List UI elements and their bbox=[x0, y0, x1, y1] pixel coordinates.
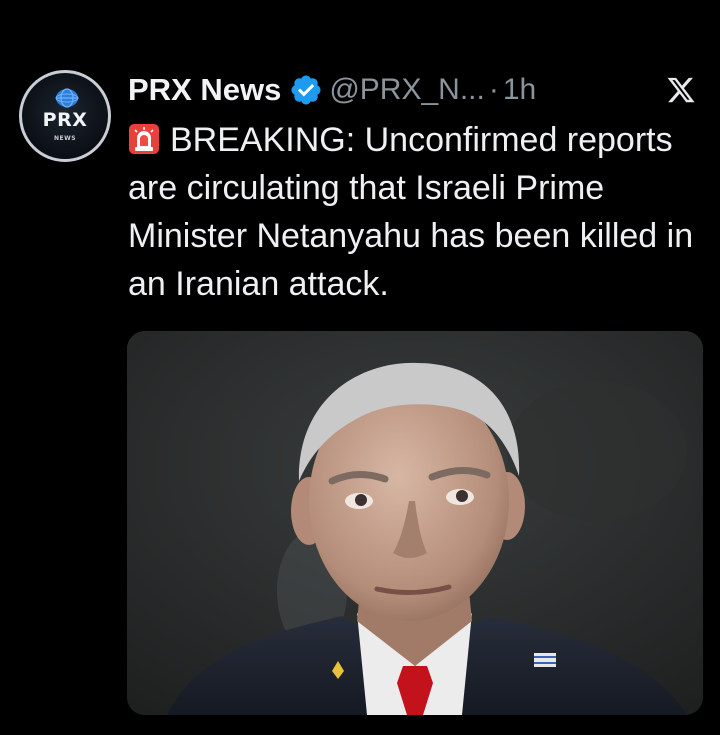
tweet-header: PRX News @PRX_N... · 1h bbox=[128, 68, 536, 112]
separator-dot: · bbox=[488, 73, 499, 106]
police-siren-icon bbox=[129, 124, 159, 154]
verified-badge-icon bbox=[291, 75, 321, 105]
avatar[interactable]: PRX NEWS bbox=[19, 70, 111, 162]
display-name[interactable]: PRX News bbox=[128, 72, 281, 108]
timestamp[interactable]: 1h bbox=[503, 73, 536, 107]
avatar-logo-text: PRX bbox=[42, 109, 88, 131]
avatar-logo-subtext: NEWS bbox=[53, 135, 77, 142]
x-logo-icon bbox=[667, 77, 695, 103]
globe-logo-icon bbox=[55, 88, 79, 108]
tweet-text-content: BREAKING: Unconfirmed reports are circul… bbox=[128, 121, 694, 303]
account-handle[interactable]: @PRX_N... bbox=[329, 73, 485, 107]
tweet-photo[interactable] bbox=[127, 331, 703, 715]
photo-image bbox=[127, 331, 703, 715]
tweet-text: BREAKING: Unconfirmed reports are circul… bbox=[128, 116, 708, 308]
tweet-card[interactable]: PRX NEWS PRX News @PRX_N... · 1h BREAKIN… bbox=[0, 0, 720, 735]
